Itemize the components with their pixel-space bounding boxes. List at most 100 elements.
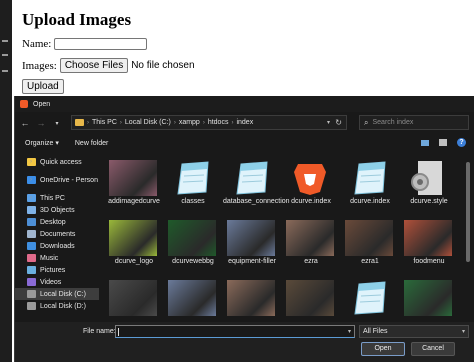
breadcrumb-index[interactable]: index xyxy=(236,119,253,126)
address-bar[interactable]: › This PC › Local Disk (C:) › xampp › ht… xyxy=(71,115,347,130)
change-view-icon[interactable] xyxy=(421,139,429,146)
file-item[interactable] xyxy=(223,280,281,324)
breadcrumb-separator: › xyxy=(231,119,234,126)
name-input[interactable] xyxy=(54,38,148,50)
organize-button[interactable]: Organize ▾ xyxy=(25,139,59,147)
disk-icon xyxy=(27,302,36,310)
sidebar-item-label: Documents xyxy=(40,230,76,238)
file-item[interactable] xyxy=(341,280,399,324)
sidebar-item[interactable]: › Quick access xyxy=(27,156,82,168)
name-label: Name: xyxy=(22,38,52,50)
breadcrumb-separator: › xyxy=(87,119,89,126)
page-heading: Upload Images xyxy=(22,10,132,29)
chevron-down-icon: ▾ xyxy=(461,329,465,335)
disk-icon xyxy=(27,290,36,298)
file-name-label: File name: xyxy=(83,328,116,335)
cancel-button[interactable]: Cancel xyxy=(411,342,455,356)
notepad-file-icon xyxy=(227,160,275,196)
sidebar-item-label: Downloads xyxy=(40,242,75,250)
expand-chevron-icon[interactable]: › xyxy=(30,159,32,165)
preview-pane-icon[interactable] xyxy=(439,139,447,146)
search-box[interactable]: ⌕ Search index xyxy=(359,115,469,130)
breadcrumb-separator: › xyxy=(173,119,176,126)
sidebar-item[interactable]: Pictures xyxy=(27,264,65,276)
image-thumbnail xyxy=(227,280,275,316)
desktop-icon xyxy=(27,218,36,226)
sidebar-item[interactable]: Local Disk (D:) xyxy=(27,300,86,312)
file-name-label: database_connection xyxy=(223,198,290,205)
breadcrumb-local-disk-c[interactable]: Local Disk (C:) xyxy=(125,119,171,126)
file-item[interactable]: dcurve.index xyxy=(341,160,399,220)
help-icon[interactable]: ? xyxy=(457,138,466,147)
back-arrow-icon[interactable]: ← xyxy=(19,118,31,128)
editor-gutter-mark xyxy=(2,54,8,56)
toolbar-right-controls: ? xyxy=(421,138,466,147)
file-item[interactable]: addimagedcurve xyxy=(105,160,163,220)
brave-app-icon xyxy=(20,100,28,108)
file-item[interactable]: ezra xyxy=(282,220,340,280)
sidebar-item[interactable]: Music xyxy=(27,252,58,264)
breadcrumb-separator: › xyxy=(202,119,205,126)
sidebar-item-label: OneDrive - Person xyxy=(40,176,98,184)
sidebar-item[interactable]: › OneDrive - Person xyxy=(27,174,98,186)
breadcrumb-htdocs[interactable]: htdocs xyxy=(208,119,229,126)
expand-chevron-icon[interactable]: › xyxy=(30,177,32,183)
file-item[interactable]: dcurve.style xyxy=(400,160,458,220)
scrollbar-thumb[interactable] xyxy=(466,162,470,262)
breadcrumb-xampp[interactable]: xampp xyxy=(179,119,200,126)
file-item[interactable]: classes xyxy=(164,160,222,220)
file-item[interactable]: dcurve_logo xyxy=(105,220,163,280)
stylesheet-file-icon xyxy=(404,160,452,196)
dialog-titlebar[interactable]: Open xyxy=(15,96,474,112)
search-icon: ⌕ xyxy=(364,117,369,127)
sidebar-item[interactable]: Local Disk (C:) xyxy=(15,288,99,300)
choose-files-button[interactable]: Choose Files xyxy=(59,58,129,73)
file-name-label: equipment-filler xyxy=(228,258,276,265)
sidebar-item[interactable]: Documents xyxy=(27,228,75,240)
file-item[interactable] xyxy=(105,280,163,324)
file-item[interactable]: ezra1 xyxy=(341,220,399,280)
file-name-label: addimagedcurve xyxy=(108,198,160,205)
sidebar-item[interactable]: › This PC xyxy=(27,192,65,204)
file-name-input[interactable]: ▾ xyxy=(115,325,355,338)
file-item[interactable]: foodmenu xyxy=(400,220,458,280)
file-type-select[interactable]: All Files ▾ xyxy=(359,325,469,338)
chevron-down-icon[interactable]: ▾ xyxy=(348,328,351,335)
file-list-scrollbar[interactable] xyxy=(466,154,470,324)
sidebar-item[interactable]: Videos xyxy=(27,276,61,288)
expand-chevron-icon[interactable]: › xyxy=(30,195,32,201)
upload-button[interactable]: Upload xyxy=(22,79,64,94)
breadcrumb-separator: › xyxy=(119,119,122,126)
navigation-bar: ← → ▾ ↑ › This PC › Local Disk (C:) › xa… xyxy=(15,114,474,132)
brave-lion-icon xyxy=(286,160,334,196)
file-item[interactable] xyxy=(282,280,340,324)
file-item[interactable] xyxy=(164,280,222,324)
dialog-toolbar: Organize ▾ New folder ? xyxy=(15,136,474,150)
music-icon xyxy=(27,254,36,262)
sidebar-item[interactable]: Downloads xyxy=(27,240,75,252)
sidebar-item-label: Quick access xyxy=(40,158,82,166)
address-dropdown-icon[interactable]: ▾ xyxy=(327,119,330,126)
dialog-title: Open xyxy=(33,100,51,108)
sidebar-item-label: Pictures xyxy=(40,266,66,274)
image-thumbnail xyxy=(168,280,216,316)
forward-arrow-icon[interactable]: → xyxy=(35,118,47,128)
sidebar-item[interactable]: 3D Objects xyxy=(27,204,75,216)
sidebar-item-label: Local Disk (C:) xyxy=(40,290,86,298)
file-item[interactable]: database_connection xyxy=(223,160,290,220)
images-label: Images: xyxy=(22,59,57,72)
file-item[interactable]: dcurve.index xyxy=(282,160,340,220)
text-caret xyxy=(118,328,119,336)
recent-chevron-icon[interactable]: ▾ xyxy=(51,120,63,127)
file-item[interactable]: equipment-filler xyxy=(223,220,281,280)
image-thumbnail xyxy=(168,220,216,256)
open-button[interactable]: Open xyxy=(361,342,405,356)
video-icon xyxy=(27,278,36,286)
sidebar-item[interactable]: Desktop xyxy=(27,216,66,228)
file-item[interactable] xyxy=(400,280,458,324)
breadcrumb-this-pc[interactable]: This PC xyxy=(92,119,117,126)
refresh-icon[interactable]: ↻ xyxy=(335,118,342,127)
editor-gutter-mark xyxy=(2,40,8,42)
new-folder-button[interactable]: New folder xyxy=(75,140,108,147)
file-item[interactable]: dcurvewebbg xyxy=(164,220,222,280)
